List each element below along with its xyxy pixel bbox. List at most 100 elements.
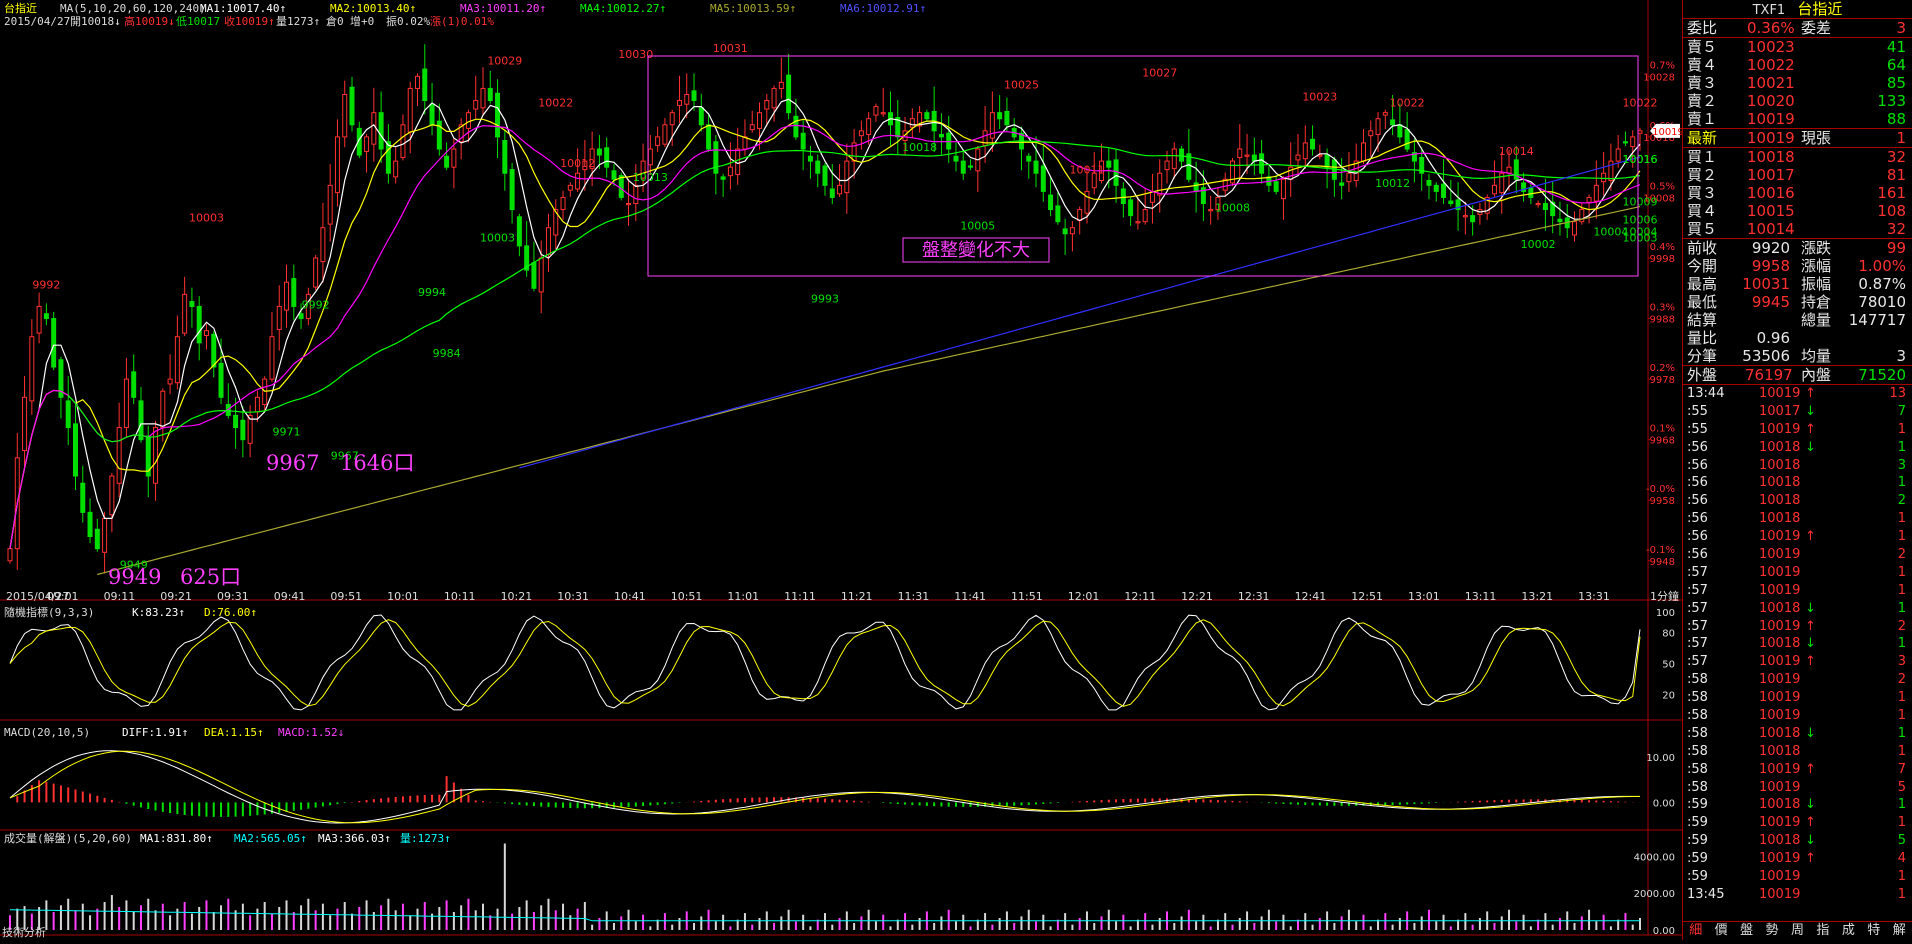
stat-value: 1.00%: [1858, 257, 1906, 275]
header-line2-6: 倉0: [326, 14, 344, 28]
price-axis-tick: 10028: [1643, 72, 1675, 83]
candle-body: [560, 196, 566, 211]
price-label: 10008: [1215, 201, 1250, 214]
candle-body: [1244, 154, 1250, 157]
ask-volume: 64: [1886, 56, 1906, 74]
tick-row: :57 10018 ↓ 1: [1683, 635, 1912, 653]
price-label: 10022: [1390, 97, 1425, 110]
panel-tab-2[interactable]: 盤: [1734, 922, 1759, 940]
panel-tab-0[interactable]: 細: [1683, 922, 1708, 940]
kd-k-label: K:83.23↑: [132, 606, 185, 619]
header-line2-7: 增+0: [350, 14, 374, 28]
stat-label: 漲幅: [1801, 257, 1832, 275]
panel-tab-1[interactable]: 價: [1708, 922, 1733, 940]
candle-body: [778, 81, 784, 89]
panel-tab-8[interactable]: 解: [1887, 922, 1912, 940]
candle-body: [254, 396, 260, 413]
candle-body: [538, 257, 544, 293]
candle-body: [1491, 184, 1497, 195]
tick-price: 10018: [1759, 797, 1801, 813]
stat-row: 最低 9945 持倉 78010: [1683, 293, 1912, 311]
technical-chart-svg[interactable]: 台指近 MA(5,10,20,60,120,240)MA1:10017.40↑ MA…: [0, 0, 1684, 940]
candle-body: [1557, 218, 1563, 223]
tick-arrow: ↓: [1805, 636, 1816, 652]
tick-price: 10018: [1759, 636, 1801, 652]
kd-axis-tick: 50: [1662, 660, 1675, 671]
panel-tab-6[interactable]: 成: [1836, 922, 1861, 940]
tick-volume: 1: [1897, 511, 1906, 527]
price-label: 10006: [1623, 214, 1658, 227]
panel-tab-7[interactable]: 特: [1861, 922, 1886, 940]
tick-time: :58: [1687, 708, 1708, 724]
tick-time: :57: [1687, 564, 1708, 580]
tick-price: 10019: [1759, 386, 1801, 401]
candle-body: [662, 124, 668, 145]
tick-arrow: ↑: [1805, 529, 1816, 545]
time-axis-label: 13:21: [1521, 590, 1553, 603]
tick-time: :59: [1687, 869, 1708, 885]
tick-volume: 1: [1897, 600, 1906, 616]
candle-body: [626, 203, 632, 206]
tick-price: 10018: [1759, 725, 1801, 741]
candle-body: [1237, 148, 1243, 158]
bid-price: 10018: [1747, 148, 1795, 166]
volume-ma1-label: MA1:831.80↑: [140, 832, 213, 845]
tick-arrow: ↑: [1805, 851, 1816, 867]
candle-body: [444, 155, 450, 168]
stat-row: 前收 9920 漲跌 99: [1683, 239, 1912, 257]
tick-arrow: ↓: [1805, 403, 1816, 419]
candle-body: [1433, 184, 1439, 192]
stats-list: 前收 9920 漲跌 99 今開 9958 漲幅 1.00% 最高 10031 振幅 0.87% 最低 9…: [1683, 238, 1912, 365]
chart-area[interactable]: 台指近 MA(5,10,20,60,120,240) MA1:10017.40↑ MA…: [0, 0, 1684, 940]
candle-body: [1026, 155, 1032, 162]
kd-d-label: D:76.00↑: [204, 606, 257, 619]
tick-row: :59 10018 ↓ 5: [1683, 832, 1912, 850]
panel-tab-4[interactable]: 周: [1785, 922, 1810, 940]
ask-row: 賣１ 10019 88: [1683, 110, 1912, 128]
pct-axis-tick: 0.7%: [1650, 60, 1675, 71]
candle-body: [924, 112, 930, 120]
candle-body: [189, 301, 195, 307]
candle-body: [1164, 160, 1170, 171]
tick-price: 10019: [1759, 564, 1801, 580]
tick-arrow: ↓: [1805, 439, 1816, 455]
tick-price: 10018: [1759, 493, 1801, 509]
tick-row: :57 10019 1: [1683, 564, 1912, 582]
time-axis-label: 11:41: [954, 590, 986, 603]
candle-body: [575, 172, 581, 190]
tick-volume: 1: [1897, 869, 1906, 885]
macd-axis-tick: 10.00: [1646, 753, 1675, 764]
panel-tab-5[interactable]: 指: [1810, 922, 1835, 940]
candle-body: [218, 362, 224, 398]
time-axis-label: 10:31: [557, 590, 589, 603]
price-label: 10009: [1623, 195, 1658, 208]
price-axis-tick: 9958: [1650, 496, 1675, 507]
stat-row: 今開 9958 漲幅 1.00%: [1683, 257, 1912, 275]
candle-body: [342, 94, 348, 138]
tick-volume: 7: [1897, 761, 1906, 777]
panel-tab-3[interactable]: 勢: [1759, 922, 1784, 940]
tick-row: :59 10019 1: [1683, 868, 1912, 886]
time-axis-label: 09:31: [217, 590, 249, 603]
price-label: 10016: [1623, 153, 1658, 166]
candle-body: [1084, 190, 1090, 214]
candle-body: [1142, 209, 1148, 223]
ask-price: 10021: [1747, 74, 1795, 92]
tick-arrow: ↓: [1805, 797, 1816, 813]
pct-axis-tick: -0.0%: [1646, 484, 1675, 495]
stat-row: 量比 0.96: [1683, 329, 1912, 347]
candle-body: [1535, 203, 1541, 206]
header-line2-1: 開10018↓: [70, 15, 121, 28]
tick-price: 10019: [1759, 690, 1801, 706]
candle-body: [72, 423, 78, 477]
symbol-code: TXF1: [1752, 3, 1786, 18]
candle-body: [298, 313, 304, 320]
candle-body: [429, 103, 435, 126]
ask-row: 賣４ 10022 64: [1683, 56, 1912, 74]
candle-body: [262, 378, 268, 406]
tick-list[interactable]: 13:44 10019 ↑ 13:55 10017 ↓ 7:55 10019 ↑ 1:56 1001…: [1683, 384, 1912, 904]
candle-body: [109, 475, 115, 516]
tick-row: :59 10019 ↑ 4: [1683, 850, 1912, 868]
header-ma3: MA3:10011.20↑: [460, 2, 546, 15]
time-axis-label: 13:01: [1408, 590, 1440, 603]
